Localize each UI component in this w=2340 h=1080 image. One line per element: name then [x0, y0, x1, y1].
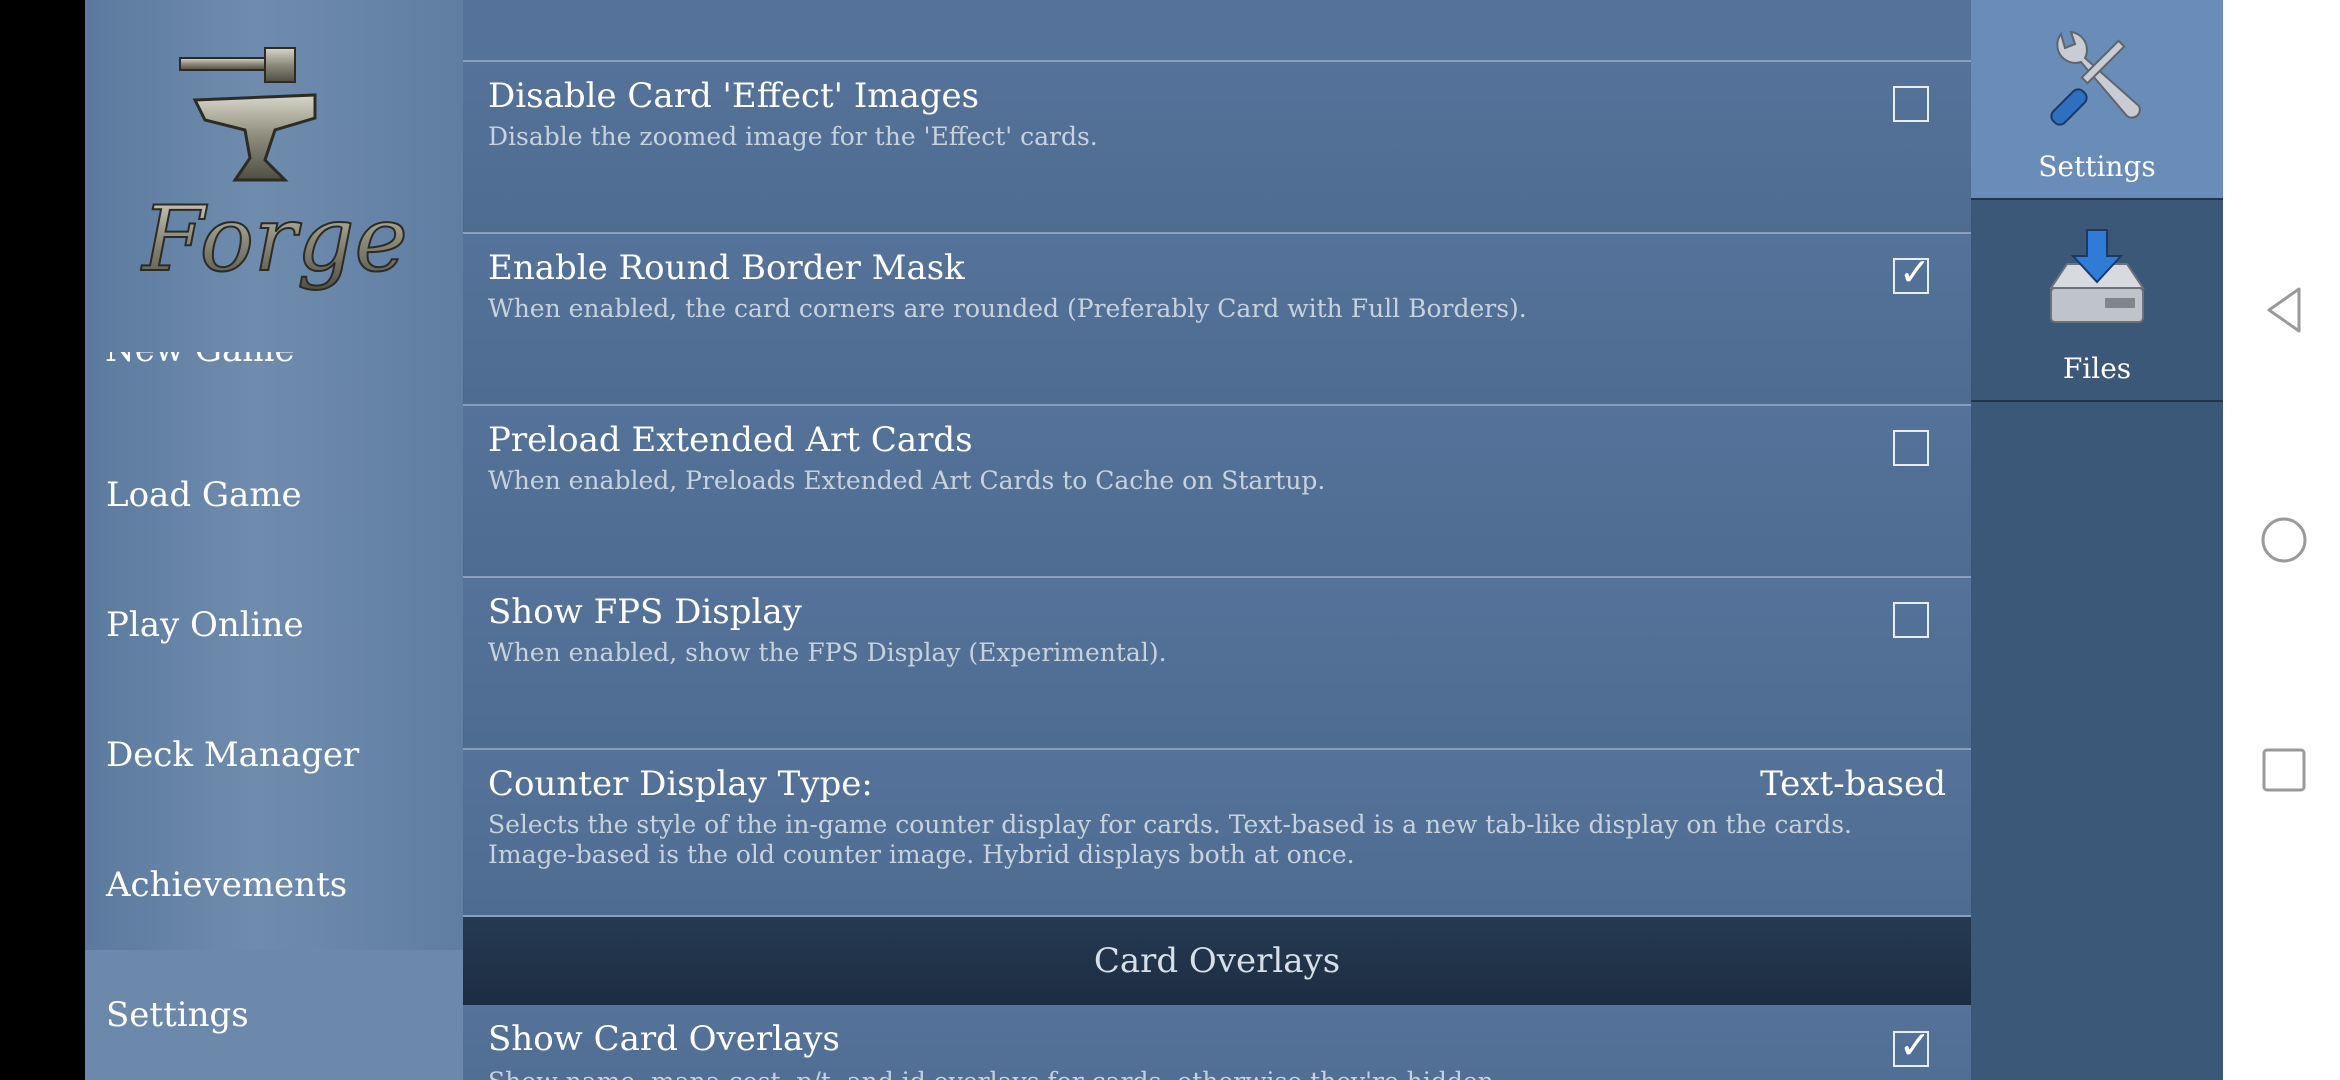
setting-checkbox[interactable] [1893, 86, 1929, 122]
nav-item-deck-manager[interactable]: Deck Manager [85, 690, 463, 820]
checkmark-icon: ✓ [1899, 250, 1931, 294]
setting-description: Show name, mana cost, p/t, and id overla… [488, 1067, 1938, 1080]
settings-tabs-panel: Settings Files [1971, 0, 2223, 1080]
setting-title: Disable Card 'Effect' Images [488, 76, 980, 116]
nav-item-settings[interactable]: Settings [85, 950, 463, 1080]
system-navigation-bar [2223, 0, 2340, 1080]
setting-description: When enabled, show the FPS Display (Expe… [488, 638, 1167, 667]
setting-title: Counter Display Type: [488, 764, 873, 804]
download-drive-icon [2049, 229, 2145, 323]
setting-row-round-border-mask[interactable]: Enable Round Border Mask When enabled, t… [463, 234, 1971, 406]
home-circle-icon[interactable] [2259, 515, 2309, 565]
tab-label: Settings [2038, 150, 2156, 183]
setting-row-counter-display-type[interactable]: Counter Display Type: Text-based Selects… [463, 750, 1971, 917]
setting-description: Disable the zoomed image for the 'Effect… [488, 122, 1098, 151]
setting-description: When enabled, the card corners are round… [488, 294, 1527, 323]
setting-description: When enabled, Preloads Extended Art Card… [488, 466, 1326, 495]
tab-files[interactable]: Files [1971, 202, 2223, 402]
setting-title: Enable Round Border Mask [488, 248, 965, 288]
main-menu-sidebar: Forge New Game Load Game Play Online Dec… [85, 0, 463, 1080]
wrench-screwdriver-icon [2050, 30, 2141, 126]
setting-checkbox[interactable]: ✓ [1893, 252, 1931, 294]
nav-item-play-online[interactable]: Play Online [85, 560, 463, 690]
setting-row-show-fps[interactable]: Show FPS Display When enabled, show the … [463, 578, 1971, 750]
back-triangle-icon[interactable] [2259, 285, 2309, 335]
setting-row-preload-extended-art[interactable]: Preload Extended Art Cards When enabled,… [463, 406, 1971, 578]
nav-item-new-game[interactable]: New Game [105, 352, 305, 382]
left-black-strip [0, 0, 85, 1080]
forge-logo: Forge [139, 47, 409, 293]
recents-square-icon[interactable] [2259, 745, 2309, 795]
section-header-card-overlays: Card Overlays [463, 917, 1971, 1005]
setting-row-show-card-overlays[interactable]: Show Card Overlays Show name, mana cost,… [463, 1005, 1971, 1080]
setting-title: Show Card Overlays [488, 1019, 840, 1059]
setting-checkbox[interactable]: ✓ [1893, 1025, 1931, 1067]
setting-title: Preload Extended Art Cards [488, 420, 973, 460]
tab-settings[interactable]: Settings [1971, 0, 2223, 200]
setting-checkbox[interactable] [1893, 602, 1929, 638]
tab-label: Files [2062, 352, 2132, 385]
setting-row-disable-effect-images[interactable]: Disable Card 'Effect' Images Disable the… [463, 62, 1971, 234]
checkmark-icon: ✓ [1899, 1023, 1931, 1067]
settings-list[interactable]: Disable Card 'Effect' Images Disable the… [463, 0, 1971, 1080]
setting-title: Show FPS Display [488, 592, 802, 632]
setting-value[interactable]: Text-based [1760, 764, 1946, 804]
setting-description: Selects the style of the in-game counter… [488, 810, 1852, 869]
nav-item-achievements[interactable]: Achievements [85, 820, 463, 950]
app-window: Forge New Game Load Game Play Online Dec… [0, 0, 2340, 1080]
logo-text: Forge [140, 187, 408, 292]
nav-item-load-game[interactable]: Load Game [85, 430, 463, 560]
setting-checkbox[interactable] [1893, 430, 1929, 466]
previous-row-partial [463, 0, 1971, 62]
